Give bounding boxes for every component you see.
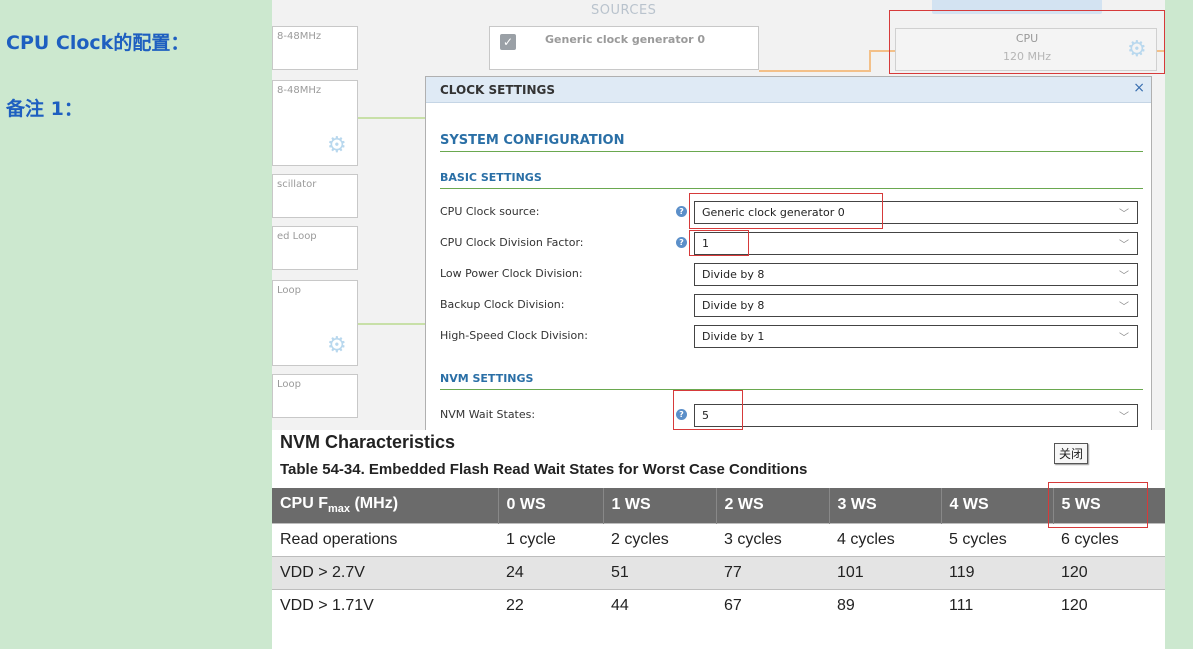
chevron-down-icon: ﹀ <box>1119 412 1129 423</box>
heading-cpu-clock-config: CPU Clock的配置： <box>6 32 190 54</box>
highlight-clock-source <box>689 193 883 229</box>
table-cell: 1 cycle <box>498 522 603 556</box>
table-header-cpu: CPU Fmax (MHz) <box>272 488 499 523</box>
section-nvm-settings: NVM SETTINGS <box>440 372 1143 390</box>
chevron-down-icon: ﹀ <box>1119 209 1129 220</box>
table-cell: 101 <box>829 555 941 589</box>
backup-division-select[interactable]: Divide by 8 ﹀ <box>694 294 1138 317</box>
help-icon[interactable]: ? <box>676 206 687 217</box>
chevron-down-icon: ﹀ <box>1119 333 1129 344</box>
cpu-clock-division-label: CPU Clock Division Factor: <box>440 236 584 249</box>
nvm-wait-states-select[interactable]: 5 ﹀ <box>694 404 1138 427</box>
backup-division-value: Divide by 8 <box>702 299 765 312</box>
high-speed-division-select[interactable]: Divide by 1 ﹀ <box>694 325 1138 348</box>
table-header: 1 WS <box>603 488 717 523</box>
osc-box-2: 8-48MHz ⚙ <box>272 80 358 166</box>
generic-clock-generator-label: Generic clock generator 0 <box>545 33 706 46</box>
osc-box-3-label: scillator <box>277 179 317 190</box>
close-icon[interactable]: × <box>1133 80 1145 96</box>
osc-box-2-label: 8-48MHz <box>277 85 322 96</box>
table-cell: 89 <box>829 588 941 622</box>
clock-configurator-screenshot: SOURCES 8-48MHz 8-48MHz ⚙ scillator ed L… <box>272 0 1165 430</box>
datasheet-screenshot: NVM Characteristics Table 54-34. Embedde… <box>272 430 1165 649</box>
table-header: 4 WS <box>941 488 1054 523</box>
section-basic-settings: BASIC SETTINGS <box>440 171 1143 189</box>
generic-clock-generator-box[interactable]: ✓ Generic clock generator 0 <box>489 26 759 70</box>
connector-line <box>358 323 428 325</box>
section-system-configuration: SYSTEM CONFIGURATION <box>440 133 1143 152</box>
table-cell: 4 cycles <box>829 522 941 556</box>
table-header: 0 WS <box>498 488 604 523</box>
sources-label: SOURCES <box>591 3 657 18</box>
close-tooltip-button[interactable]: 关闭 <box>1054 443 1089 464</box>
highlight-division-factor <box>689 230 749 256</box>
gear-icon[interactable]: ⚙ <box>327 335 347 357</box>
table-row: Read operations 1 cycle 2 cycles 3 cycle… <box>272 522 1165 556</box>
nvm-characteristics-title: NVM Characteristics <box>280 432 456 452</box>
heading-note-1: 备注 1： <box>6 98 83 120</box>
header-cpu-unit: (MHz) <box>350 495 399 513</box>
table-header: 3 WS <box>829 488 942 523</box>
connector-line <box>358 117 428 119</box>
dialog-titlebar: CLOCK SETTINGS × <box>426 77 1151 103</box>
table-header-row: CPU Fmax (MHz) 0 WS 1 WS 2 WS 3 WS 4 WS … <box>272 488 1165 523</box>
wait-states-table: CPU Fmax (MHz) 0 WS 1 WS 2 WS 3 WS 4 WS … <box>272 488 1165 622</box>
table-cell: 120 <box>1053 555 1165 589</box>
nvm-wait-states-label: NVM Wait States: <box>440 408 536 421</box>
table-cell: 22 <box>498 588 603 622</box>
osc-box-3: scillator <box>272 174 358 218</box>
low-power-division-value: Divide by 8 <box>702 268 765 281</box>
table-cell: 24 <box>498 555 603 589</box>
table-cell: 77 <box>716 555 829 589</box>
highlight-5ws-column <box>1048 482 1148 528</box>
table-caption: Table 54-34. Embedded Flash Read Wait St… <box>280 461 808 478</box>
low-power-division-select[interactable]: Divide by 8 ﹀ <box>694 263 1138 286</box>
chevron-down-icon: ﹀ <box>1119 271 1129 282</box>
header-cpu-sub: max <box>328 503 351 516</box>
low-power-division-label: Low Power Clock Division: <box>440 267 583 280</box>
help-icon[interactable]: ? <box>676 237 687 248</box>
dialog-title: CLOCK SETTINGS <box>440 83 555 97</box>
high-speed-division-value: Divide by 1 <box>702 330 765 343</box>
table-row: VDD > 2.7V 24 51 77 101 119 120 <box>272 555 1165 589</box>
backup-division-label: Backup Clock Division: <box>440 298 565 311</box>
table-cell: 119 <box>941 555 1053 589</box>
pll-box-3: Loop <box>272 374 358 418</box>
connector-line <box>759 70 871 72</box>
chevron-down-icon: ﹀ <box>1119 240 1129 251</box>
highlight-cpu-box <box>889 10 1165 74</box>
connector-line <box>869 50 871 72</box>
gear-icon[interactable]: ⚙ <box>327 135 347 157</box>
osc-box-1: 8-48MHz <box>272 26 358 70</box>
pll-box-2: Loop ⚙ <box>272 280 358 366</box>
pll-box-2-label: Loop <box>277 285 301 296</box>
header-cpu-text: CPU F <box>280 495 328 513</box>
table-cell: VDD > 1.71V <box>272 588 498 622</box>
table-cell: 5 cycles <box>941 522 1053 556</box>
table-cell: 67 <box>716 588 829 622</box>
checkbox-icon[interactable]: ✓ <box>500 34 516 50</box>
highlight-nvm-wait-states <box>673 390 743 430</box>
pll-box-1-label: ed Loop <box>277 231 317 242</box>
table-row: VDD > 1.71V 22 44 67 89 111 120 <box>272 588 1165 622</box>
table-cell: 44 <box>603 588 716 622</box>
table-cell: 120 <box>1053 588 1165 622</box>
table-cell: 111 <box>941 588 1053 622</box>
pll-box-3-label: Loop <box>277 379 301 390</box>
table-cell: 51 <box>603 555 716 589</box>
cpu-clock-source-label: CPU Clock source: <box>440 205 540 218</box>
chevron-down-icon: ﹀ <box>1119 302 1129 313</box>
table-cell: 2 cycles <box>603 522 716 556</box>
clock-settings-dialog: CLOCK SETTINGS × SYSTEM CONFIGURATION BA… <box>425 76 1152 430</box>
table-cell: Read operations <box>272 522 498 556</box>
pll-box-1: ed Loop <box>272 226 358 270</box>
table-cell: VDD > 2.7V <box>272 555 498 589</box>
osc-box-1-label: 8-48MHz <box>277 31 322 42</box>
table-header: 2 WS <box>716 488 830 523</box>
cpu-clock-division-select[interactable]: 1 ﹀ <box>694 232 1138 255</box>
table-cell: 3 cycles <box>716 522 829 556</box>
high-speed-division-label: High-Speed Clock Division: <box>440 329 588 342</box>
